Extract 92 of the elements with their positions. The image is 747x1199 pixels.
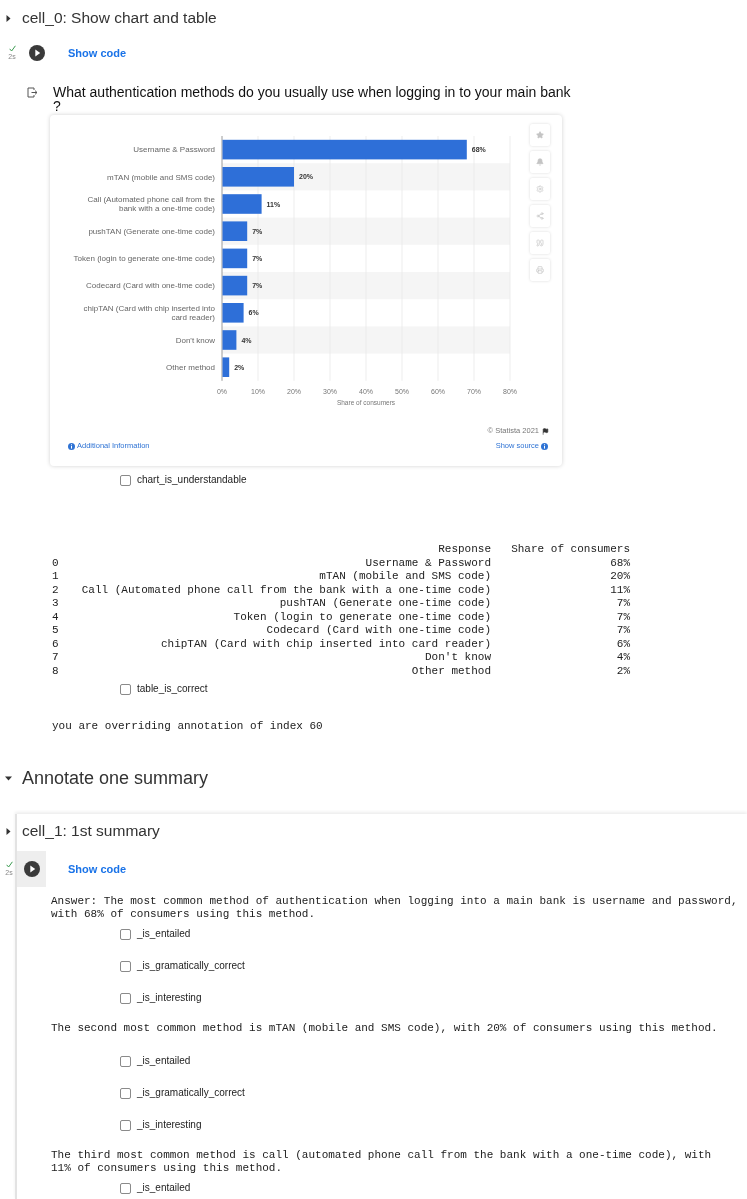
row-index: 6 bbox=[52, 637, 59, 652]
show-code-link[interactable]: Show code bbox=[68, 44, 127, 62]
row-index: 5 bbox=[52, 624, 59, 638]
table-cell: 4% bbox=[616, 651, 630, 665]
category-label: pushTAN (Generate one-time code) bbox=[88, 227, 215, 237]
row-index: 8 bbox=[52, 664, 59, 679]
run-button[interactable] bbox=[17, 851, 46, 888]
caret-icon[interactable] bbox=[5, 827, 12, 835]
table-cell: 7% bbox=[616, 610, 630, 625]
category-label: mTAN (mobile and SMS code) bbox=[107, 172, 215, 182]
run-button[interactable] bbox=[29, 45, 45, 61]
checkbox[interactable] bbox=[120, 683, 131, 695]
category-label: Token (login to generate one-time code) bbox=[73, 254, 215, 264]
output-icon bbox=[27, 87, 38, 98]
question-text: What authentication methods do you usually use when logging in to your main bank ? bbox=[53, 85, 572, 113]
table-cell: Username & Password bbox=[365, 556, 491, 571]
caret-icon[interactable] bbox=[5, 14, 12, 22]
star-icon bbox=[536, 131, 544, 139]
info-icon bbox=[541, 442, 548, 450]
checkbox-label: chart_is_understandable bbox=[137, 474, 247, 487]
checkbox[interactable] bbox=[120, 1087, 131, 1099]
checkbox-label: _is_entailed bbox=[137, 1182, 191, 1195]
summary-sentence: The third most common method is call (automated phone call from the bank with a one-time code), with 11% of consumers using this method. bbox=[51, 1148, 712, 1175]
checkbox-label: table_is_correct bbox=[137, 683, 208, 696]
bar bbox=[222, 167, 294, 187]
checkbox-label: _is_gramatically_correct bbox=[137, 1087, 245, 1100]
message-text: you are overriding annotation of index 60 bbox=[52, 720, 323, 733]
row-index: 1 bbox=[52, 570, 59, 584]
table-cell: mTAN (mobile and SMS code) bbox=[319, 570, 491, 584]
section-title: Annotate one summary bbox=[22, 767, 209, 790]
info-icon bbox=[68, 442, 75, 450]
checkbox-label: _is_interesting bbox=[137, 1119, 202, 1132]
table-cell: 7% bbox=[616, 597, 630, 611]
table-cell: Other method bbox=[411, 664, 491, 679]
share-icon bbox=[536, 212, 544, 220]
bar bbox=[222, 303, 244, 323]
checkbox-label: _is_entailed bbox=[137, 1055, 191, 1068]
printer-icon bbox=[536, 266, 544, 274]
play-icon bbox=[23, 861, 40, 878]
category-label: Username & Password bbox=[133, 145, 215, 155]
checkbox[interactable] bbox=[120, 1182, 131, 1194]
row-index: 2 bbox=[52, 583, 59, 598]
play-icon bbox=[29, 45, 45, 61]
category-label: Other method bbox=[166, 363, 215, 372]
bell-button[interactable] bbox=[530, 151, 550, 173]
caret-icon[interactable] bbox=[5, 774, 12, 782]
category-label: chipTAN (Card with chip inserted into card reader) bbox=[82, 304, 215, 323]
bar bbox=[222, 221, 248, 242]
show-code-link[interactable]: Show code bbox=[68, 860, 127, 878]
summary-sentence: The second most common method is mTAN (mobile and SMS code), with 20% of consumers using this method. bbox=[51, 1021, 718, 1035]
bar bbox=[222, 194, 262, 215]
cell-title: cell_1: 1st summary bbox=[22, 821, 160, 842]
table-cell: Don't know bbox=[425, 651, 491, 665]
checkbox-label: _is_gramatically_correct bbox=[137, 960, 245, 973]
row-index: 3 bbox=[52, 597, 59, 611]
category-label: Call (Automated phone call from the bank with a one-time code) bbox=[86, 195, 215, 214]
row-index: 0 bbox=[52, 556, 59, 571]
bar bbox=[222, 276, 248, 296]
checkbox[interactable] bbox=[120, 1119, 131, 1131]
table-cell: Token (login to generate one-time code) bbox=[233, 610, 491, 625]
checkbox[interactable] bbox=[120, 1055, 131, 1067]
table-cell: 68% bbox=[610, 556, 630, 571]
table-cell: 2% bbox=[616, 664, 630, 679]
bar bbox=[222, 357, 230, 378]
bar bbox=[222, 249, 248, 269]
star-button[interactable] bbox=[530, 124, 550, 146]
quote-icon bbox=[536, 239, 544, 247]
table-cell: chipTAN (Card with chip inserted into card reader) bbox=[160, 637, 491, 652]
row-index: 7 bbox=[52, 651, 59, 665]
row-index: 4 bbox=[52, 610, 59, 625]
table-cell: Call (Automated phone call from the bank with a one-time code) bbox=[81, 583, 491, 598]
column-header: Response bbox=[438, 543, 491, 557]
table-cell: 20% bbox=[610, 570, 630, 584]
checkbox[interactable] bbox=[120, 960, 131, 972]
cell-title: cell_0: Show chart and table bbox=[22, 8, 217, 28]
checkbox-label: _is_entailed bbox=[137, 928, 191, 941]
checkbox[interactable] bbox=[120, 992, 131, 1004]
summary-sentence: Answer: The most common method of authentication when logging into a main bank is username and password, with 68% of consumers using this method. bbox=[51, 894, 738, 921]
checkbox-label: _is_interesting bbox=[137, 992, 202, 1005]
table-cell: 6% bbox=[616, 637, 630, 652]
bell-icon bbox=[536, 158, 544, 166]
table-cell: 7% bbox=[616, 624, 630, 638]
category-label: Codecard (Card with one-time code) bbox=[86, 281, 215, 291]
checkbox[interactable] bbox=[120, 928, 131, 940]
category-label: Don't know bbox=[175, 335, 215, 345]
table-cell: Codecard (Card with one-time code) bbox=[266, 624, 491, 638]
table-cell: 11% bbox=[610, 583, 630, 598]
column-header: Share of consumers bbox=[511, 543, 630, 557]
flag-icon bbox=[542, 427, 549, 435]
gear-icon bbox=[536, 185, 544, 193]
table-cell: pushTAN (Generate one-time code) bbox=[279, 597, 491, 611]
checkbox[interactable] bbox=[120, 474, 131, 486]
